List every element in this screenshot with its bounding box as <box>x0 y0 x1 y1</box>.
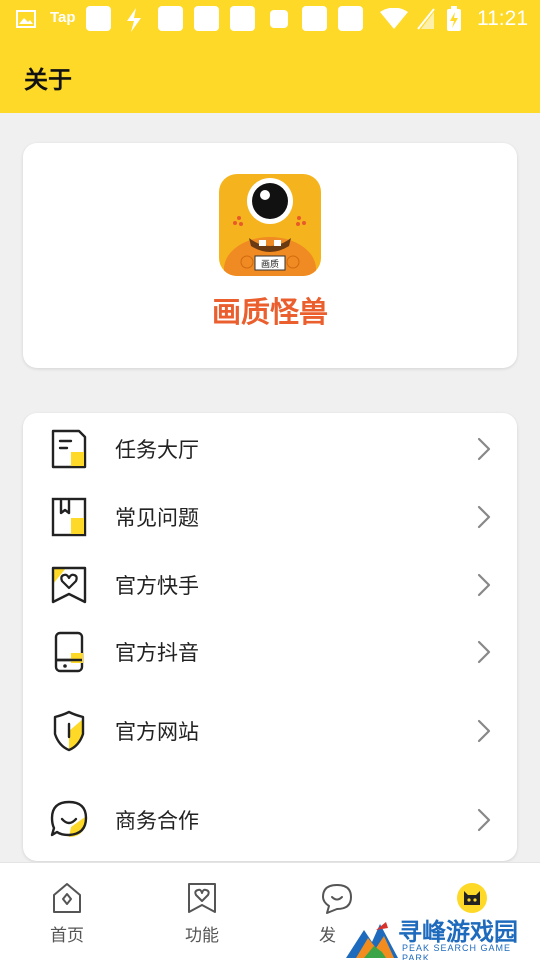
chevron-right-icon <box>477 719 491 743</box>
image-icon <box>16 10 36 28</box>
notification-square-icon <box>194 6 219 31</box>
flash-icon <box>127 8 141 32</box>
page-title: 关于 <box>24 66 72 94</box>
tab-features[interactable]: 功能 <box>162 881 242 951</box>
faq-book-icon <box>51 497 87 537</box>
menu-item-label: 官方快手 <box>115 574 199 598</box>
tab-label: 首页 <box>50 926 84 946</box>
website-shield-icon <box>53 710 85 752</box>
logo-badge-text: 画质 <box>261 258 279 270</box>
menu-item-task-hall[interactable]: 任务大厅 <box>23 415 517 481</box>
business-chat-icon <box>50 800 88 837</box>
notification-square-icon <box>302 6 327 31</box>
about-card: 画质 画质怪兽 <box>23 143 517 368</box>
menu-item-douyin[interactable]: 官方抖音 <box>23 618 517 684</box>
carrier-text: Tap <box>50 9 76 26</box>
menu-item-faq[interactable]: 常见问题 <box>23 483 517 549</box>
notification-square-icon <box>338 6 363 31</box>
task-document-icon <box>51 429 87 469</box>
notification-square-icon <box>86 6 111 31</box>
menu-item-website[interactable]: 官方网站 <box>23 697 517 763</box>
notification-square-icon <box>230 6 255 31</box>
notification-square-icon <box>270 10 288 28</box>
mountain-logo-icon <box>346 922 398 958</box>
feature-heart-icon <box>188 883 216 913</box>
menu-item-label: 常见问题 <box>115 506 199 530</box>
chevron-right-icon <box>477 573 491 597</box>
chevron-right-icon <box>477 437 491 461</box>
chevron-right-icon <box>477 808 491 832</box>
watermark-text: 寻峰游戏园 <box>398 918 518 946</box>
tab-label: 功能 <box>185 926 219 946</box>
kuaishou-heart-icon <box>51 566 87 604</box>
menu-item-kuaishou[interactable]: 官方快手 <box>23 551 517 617</box>
menu-item-label: 商务合作 <box>115 809 199 833</box>
app-name: 画质怪兽 <box>211 295 328 329</box>
status-bar: Tap 11:21 <box>0 0 540 38</box>
wifi-icon <box>380 8 408 29</box>
app-logo-icon: 画质 <box>219 174 321 276</box>
menu-card: 任务大厅 常见问题 官方快手 官方抖音 官方网站 商务合作 <box>23 413 517 861</box>
chevron-right-icon <box>477 640 491 664</box>
battery-charging-icon <box>447 6 461 31</box>
tab-home[interactable]: 首页 <box>27 881 107 951</box>
menu-item-label: 官方抖音 <box>115 641 199 665</box>
menu-item-label: 官方网站 <box>115 720 199 744</box>
notification-square-icon <box>158 6 183 31</box>
menu-item-label: 任务大厅 <box>115 438 199 462</box>
watermark-subtext: PEAK SEARCH GAME PARK <box>402 943 512 960</box>
douyin-phone-icon <box>54 631 84 673</box>
menu-item-business[interactable]: 商务合作 <box>23 786 517 852</box>
app-bar: 关于 <box>0 38 540 113</box>
home-icon <box>53 883 81 913</box>
clock: 11:21 <box>477 7 528 30</box>
watermark: 寻峰游戏园 PEAK SEARCH GAME PARK <box>346 910 540 960</box>
chevron-right-icon <box>477 505 491 529</box>
no-sim-icon <box>417 8 435 30</box>
